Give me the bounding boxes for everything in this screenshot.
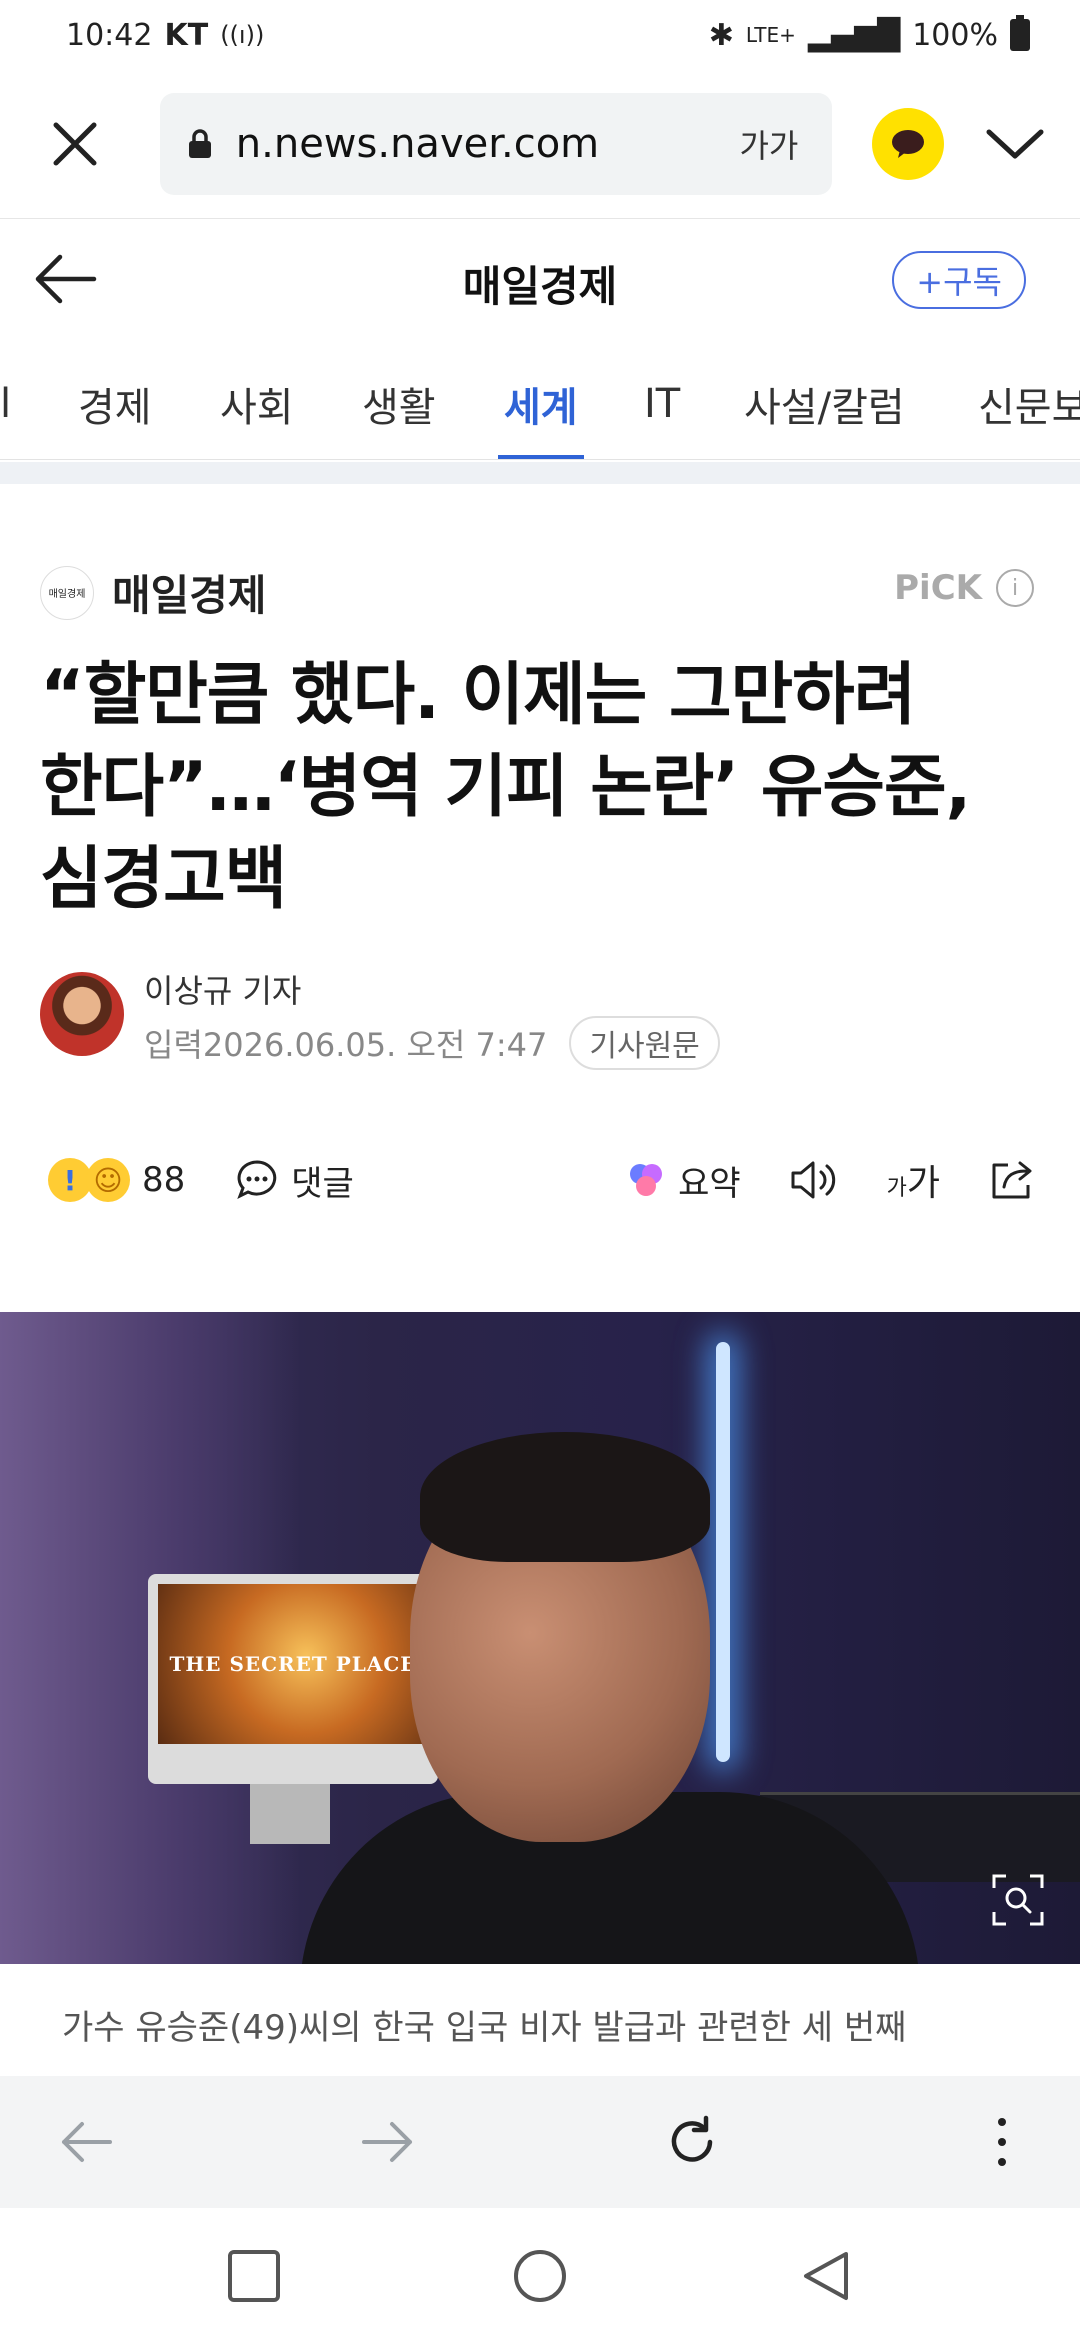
- article-tools: 요약 가가: [624, 1154, 1038, 1206]
- url-text: n.news.naver.com: [235, 121, 600, 167]
- reporter-name[interactable]: 이상규 기자: [144, 966, 301, 1012]
- status-carrier: KT: [164, 17, 209, 53]
- back-nav-icon[interactable]: [56, 2112, 116, 2172]
- smile-emoji-icon: ☺: [86, 1158, 130, 1202]
- battery-percent: 100%: [912, 17, 998, 53]
- refresh-icon[interactable]: [662, 2112, 722, 2172]
- hotspot-icon: ((ı)): [220, 21, 265, 49]
- tab-world[interactable]: 세계: [498, 348, 584, 459]
- tab-editorial[interactable]: 사설/칼럼: [744, 348, 905, 459]
- font-size-large: 가: [906, 1163, 940, 1204]
- press-logo: 매일경제: [40, 565, 94, 620]
- original-article-button[interactable]: 기사원문: [569, 1016, 720, 1070]
- section-divider: [0, 462, 1080, 484]
- status-time: 10:42: [66, 17, 153, 53]
- comment-label: 댓글: [291, 1163, 354, 1204]
- info-icon[interactable]: i: [996, 569, 1034, 607]
- news-header: 매일경제 +구독: [0, 218, 1080, 348]
- photo-person-hair: [420, 1432, 710, 1562]
- tab-partial[interactable]: l: [0, 348, 11, 459]
- system-back-icon[interactable]: [798, 2248, 854, 2304]
- published-datetime: 2026.06.05. 오전 7:47: [202, 1026, 548, 1064]
- back-arrow-icon[interactable]: [30, 249, 110, 319]
- browser-toolbar: n.news.naver.com 가가: [0, 70, 1080, 218]
- category-tabs: l 경제 사회 생활 세계 IT 사설/칼럼 신문보: [0, 348, 1080, 460]
- photo-monitor-stand: [250, 1784, 330, 1844]
- close-icon[interactable]: [30, 99, 120, 189]
- pick-badge[interactable]: PiCK i: [894, 568, 1034, 608]
- network-type: LTE+: [745, 23, 796, 47]
- tab-society[interactable]: 사회: [220, 348, 294, 459]
- recent-apps-icon[interactable]: [226, 2248, 282, 2304]
- subscribe-button[interactable]: +구독: [892, 251, 1026, 309]
- speaker-icon[interactable]: [789, 1158, 839, 1202]
- more-menu-icon[interactable]: [972, 2112, 1032, 2172]
- monitor-screen-text: THE SECRET PLACE: [169, 1652, 417, 1676]
- tab-life[interactable]: 생활: [362, 348, 436, 459]
- summary-button[interactable]: 요약: [624, 1156, 741, 1205]
- share-icon[interactable]: [988, 1157, 1038, 1203]
- signal-icon: ▂▄▆█: [807, 17, 901, 53]
- reporter-avatar[interactable]: [40, 972, 124, 1056]
- comment-icon: [237, 1160, 277, 1200]
- browser-bottom-nav: [0, 2076, 1080, 2208]
- status-bar: 10:42 KT ((ı)) ✱ LTE+ ▂▄▆█ 100%: [0, 0, 1080, 70]
- reaction-button[interactable]: ! ☺ 88: [48, 1158, 185, 1202]
- forward-nav-icon[interactable]: [358, 2112, 418, 2172]
- headline-line: “할만큼 했다. 이제는 그만하려: [40, 656, 916, 735]
- article-photo[interactable]: THE SECRET PLACE: [0, 1312, 1080, 1964]
- summary-label: 요약: [678, 1163, 741, 1204]
- system-nav-bar: [0, 2208, 1080, 2340]
- pick-label: PiCK: [894, 568, 982, 608]
- lock-icon: [180, 124, 220, 164]
- home-icon[interactable]: [512, 2248, 568, 2304]
- ai-summary-icon: [630, 1164, 663, 1196]
- reaction-count: 88: [142, 1160, 186, 1200]
- published-label: 입력: [144, 1026, 203, 1064]
- article-body-preview: 가수 유승준(49)씨의 한국 입국 비자 발급과 관련한 세 번째: [62, 2008, 907, 2048]
- photo-monitor: THE SECRET PLACE: [148, 1574, 438, 1784]
- tab-newspaper[interactable]: 신문보: [978, 348, 1080, 459]
- address-bar[interactable]: n.news.naver.com 가가: [159, 93, 833, 195]
- headline-line: 한다”…‘병역 기피 논란’ 유승준,: [40, 748, 971, 827]
- image-zoom-icon[interactable]: [990, 1872, 1046, 1928]
- tab-it[interactable]: IT: [644, 348, 680, 459]
- comment-button[interactable]: 댓글: [235, 1156, 354, 1205]
- font-size-small: 가: [886, 1176, 907, 1201]
- publish-info: 입력 2026.06.05. 오전 7:47 기사원문: [144, 1016, 720, 1070]
- bluetooth-icon: ✱: [708, 17, 734, 53]
- press-row[interactable]: 매일경제 매일경제: [40, 562, 267, 623]
- article-actions: ! ☺ 88 댓글 요약 가가: [48, 1140, 1038, 1220]
- text-size-button[interactable]: 가가: [739, 121, 798, 167]
- press-name: 매일경제: [112, 571, 267, 620]
- photo-led-light: [716, 1342, 730, 1762]
- headline-line: 심경고백: [40, 840, 287, 919]
- battery-icon: [1010, 15, 1030, 51]
- font-size-button[interactable]: 가가: [887, 1154, 940, 1206]
- article-headline: “할만큼 했다. 이제는 그만하려 한다”…‘병역 기피 논란’ 유승준, 심경…: [40, 650, 1050, 926]
- kakao-chat-icon[interactable]: [872, 108, 945, 180]
- tab-economy[interactable]: 경제: [78, 348, 152, 459]
- chevron-down-icon[interactable]: [980, 109, 1050, 179]
- press-title[interactable]: 매일경제: [463, 253, 618, 314]
